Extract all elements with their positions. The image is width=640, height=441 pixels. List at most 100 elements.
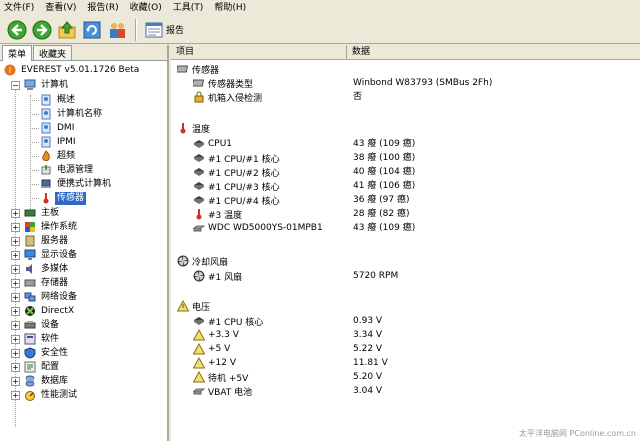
expand-icon[interactable]: + bbox=[11, 279, 20, 288]
tree-item-power[interactable]: 电源管理 bbox=[40, 163, 95, 177]
tree-item-network[interactable]: 网络设备 bbox=[24, 290, 79, 304]
tree-item-security[interactable]: 安全性 bbox=[24, 346, 70, 360]
tree-item-devices[interactable]: 设备 bbox=[24, 318, 61, 332]
list-item[interactable]: #1 风扇 bbox=[193, 269, 242, 283]
tree-item-directx[interactable]: DirectX bbox=[24, 304, 76, 318]
column-data[interactable]: 数据 bbox=[347, 45, 640, 60]
list-item[interactable]: #3 温度 bbox=[193, 207, 242, 221]
list-item[interactable]: +12 V bbox=[193, 356, 236, 370]
forward-button[interactable] bbox=[31, 19, 53, 41]
section-title: 温度 bbox=[192, 124, 211, 135]
list-item[interactable]: #1 CPU/#2 核心 bbox=[193, 165, 280, 179]
tree-item-server[interactable]: 服务器 bbox=[24, 234, 70, 248]
expand-icon[interactable]: + bbox=[11, 363, 20, 372]
list-item[interactable]: VBAT 电池 bbox=[193, 384, 252, 398]
section-sensor: 传感器 bbox=[177, 62, 219, 76]
item-value: 38 癈 (100 癋) bbox=[353, 153, 416, 163]
list-item[interactable]: +3.3 V bbox=[193, 328, 239, 342]
item-value: 0.93 V bbox=[353, 316, 383, 326]
expand-icon[interactable]: + bbox=[11, 335, 20, 344]
expand-icon[interactable]: + bbox=[11, 223, 20, 232]
directx-icon bbox=[25, 306, 35, 316]
item-value: 5.22 V bbox=[353, 344, 383, 354]
tree-item-os[interactable]: 操作系统 bbox=[24, 220, 79, 234]
up-button[interactable] bbox=[56, 19, 78, 41]
tree-line bbox=[30, 170, 39, 171]
list-item[interactable]: 传感器类型 bbox=[193, 76, 253, 90]
tree-item-motherboard[interactable]: 主板 bbox=[24, 206, 61, 220]
tree-item-label: 设备 bbox=[41, 319, 60, 330]
menu-file[interactable]: 文件(F) bbox=[4, 1, 34, 15]
menu-tools[interactable]: 工具(T) bbox=[173, 1, 204, 15]
expand-icon[interactable]: + bbox=[11, 251, 20, 260]
tree-line bbox=[30, 142, 39, 143]
section-voltage: 电压 bbox=[177, 299, 210, 313]
item-value: 11.81 V bbox=[353, 358, 388, 368]
tree-root[interactable]: i EVEREST v5.01.1726 Beta bbox=[4, 63, 141, 77]
tree-item-dmi[interactable]: DMI bbox=[40, 121, 76, 135]
item-value: 43 癈 (109 癋) bbox=[353, 223, 416, 233]
expand-icon[interactable]: + bbox=[11, 209, 20, 218]
expand-icon[interactable]: + bbox=[11, 293, 20, 302]
item-label: #1 CPU/#3 核心 bbox=[208, 182, 280, 193]
back-button[interactable] bbox=[6, 19, 28, 41]
info-doc-icon bbox=[41, 122, 51, 134]
list-item[interactable]: #1 CPU 核心 bbox=[193, 314, 263, 328]
tab-menu[interactable]: 菜单 bbox=[2, 45, 33, 61]
list-item[interactable]: 待机 +5V bbox=[193, 370, 248, 384]
column-item[interactable]: 项目 bbox=[171, 45, 347, 60]
tree-item-portable[interactable]: 便携式计算机 bbox=[40, 177, 113, 191]
item-value: Winbond W83793 (SMBus 2Fh) bbox=[353, 78, 493, 88]
list-item[interactable]: WDC WD5000YS-01MPB1 bbox=[193, 221, 323, 235]
item-label: +5 V bbox=[208, 344, 231, 354]
tree-item-label: 存储器 bbox=[41, 277, 69, 288]
tree-line bbox=[30, 184, 39, 185]
refresh-button[interactable] bbox=[81, 19, 103, 41]
list-item[interactable]: 机箱入侵检测 bbox=[193, 90, 262, 104]
expand-icon[interactable]: + bbox=[11, 321, 20, 330]
users-button[interactable] bbox=[106, 19, 128, 41]
tree-item-sensor[interactable]: 传感器 bbox=[40, 191, 87, 205]
menu-report[interactable]: 报告(R) bbox=[87, 1, 118, 15]
cpu-chip-icon bbox=[194, 196, 204, 204]
expand-icon[interactable]: + bbox=[11, 391, 20, 400]
menu-favorites[interactable]: 收藏(O) bbox=[130, 1, 162, 15]
list-item[interactable]: #1 CPU/#1 核心 bbox=[193, 151, 280, 165]
tab-favorites[interactable]: 收藏夹 bbox=[33, 45, 73, 60]
benchmark-icon bbox=[25, 391, 35, 401]
tree-item-label: 数据库 bbox=[41, 375, 69, 386]
expand-icon[interactable]: + bbox=[11, 307, 20, 316]
list-item[interactable]: #1 CPU/#3 核心 bbox=[193, 179, 280, 193]
storage-icon bbox=[24, 279, 36, 287]
tree-item-storage[interactable]: 存储器 bbox=[24, 276, 70, 290]
tree-item-overclock[interactable]: 超频 bbox=[40, 149, 77, 163]
list-item[interactable]: #1 CPU/#4 核心 bbox=[193, 193, 280, 207]
report-button[interactable]: 报告 bbox=[143, 19, 186, 41]
tree-item-software[interactable]: 软件 bbox=[24, 332, 61, 346]
tree-item-summary[interactable]: 概述 bbox=[40, 93, 77, 107]
tree-item-display[interactable]: 显示设备 bbox=[24, 248, 79, 262]
list-item[interactable]: +5 V bbox=[193, 342, 230, 356]
item-label: #1 CPU/#1 核心 bbox=[208, 154, 280, 165]
tree-item-ipmi[interactable]: IPMI bbox=[40, 135, 78, 149]
section-title: 传感器 bbox=[192, 65, 220, 76]
tree-item-computer-name[interactable]: 计算机名称 bbox=[40, 107, 104, 121]
tree-root-label: EVEREST v5.01.1726 Beta bbox=[21, 64, 140, 75]
expand-icon[interactable]: + bbox=[11, 377, 20, 386]
expand-icon[interactable]: + bbox=[11, 349, 20, 358]
expand-icon[interactable]: + bbox=[11, 265, 20, 274]
report-icon bbox=[145, 22, 163, 37]
tree-item-computer[interactable]: 计算机 bbox=[24, 78, 70, 92]
tree-item-config[interactable]: 配置 bbox=[24, 360, 61, 374]
menu-help[interactable]: 帮助(H) bbox=[214, 1, 246, 15]
tree-item-database[interactable]: 数据库 bbox=[24, 374, 70, 388]
details-panel: 项目 数据 传感器 传感器类型 Winbond W83793 (SMBus 2F… bbox=[171, 45, 640, 441]
expand-icon[interactable]: + bbox=[11, 237, 20, 246]
list-item[interactable]: CPU1 bbox=[193, 137, 232, 151]
item-value: 43 癈 (109 癋) bbox=[353, 139, 416, 149]
thermometer-icon bbox=[196, 209, 202, 220]
tree-item-benchmark[interactable]: 性能测试 bbox=[24, 388, 79, 402]
menu-view[interactable]: 查看(V) bbox=[45, 1, 76, 15]
tree-item-multimedia[interactable]: 多媒体 bbox=[24, 262, 70, 276]
collapse-icon[interactable]: − bbox=[11, 81, 20, 90]
